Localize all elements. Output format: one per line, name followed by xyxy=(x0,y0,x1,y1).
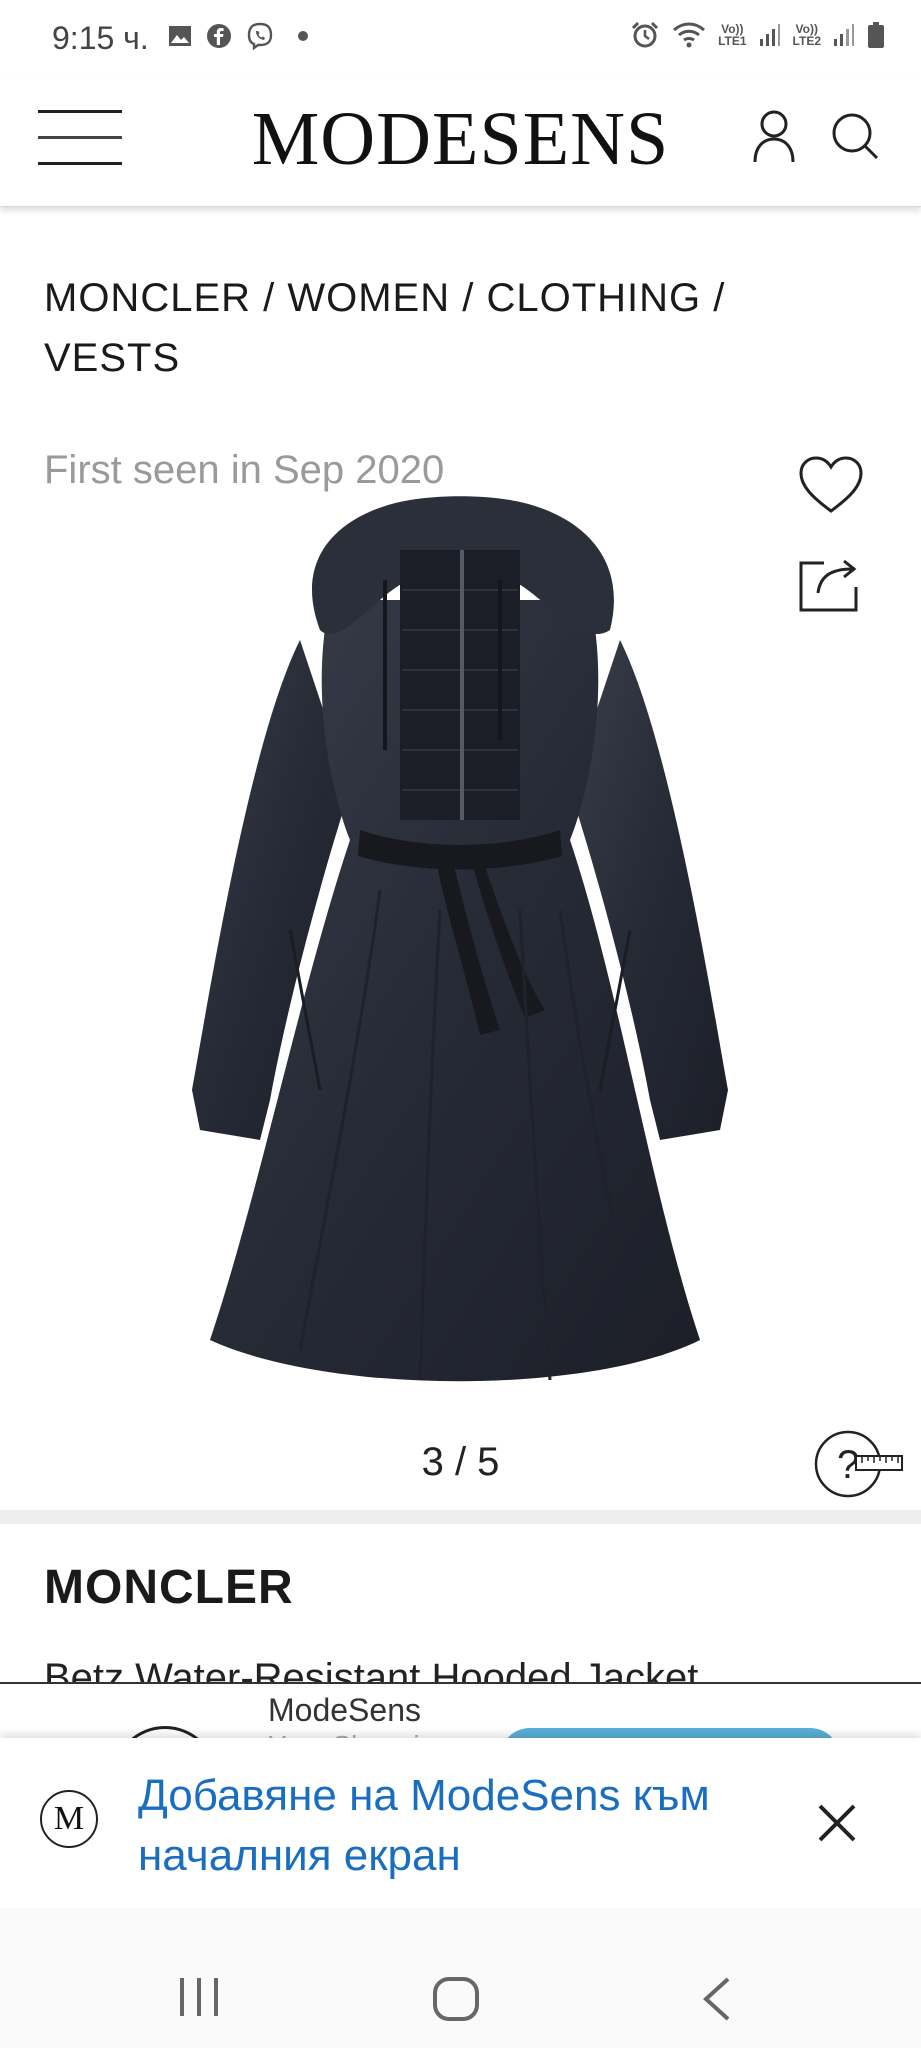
status-time: 9:15 ч. xyxy=(52,20,149,56)
image-pager: 3 / 5 xyxy=(421,1440,500,1484)
wifi-icon xyxy=(673,22,706,48)
status-bar: 9:15 ч. Vo)) LTE1 Vo)) LTE2 xyxy=(0,0,921,78)
product-brand[interactable]: MONCLER xyxy=(44,1560,294,1615)
modesens-logo-icon: M xyxy=(40,1790,98,1848)
add-to-home-screen-prompt[interactable]: M Добавяне на ModeSens към началния екра… xyxy=(0,1738,921,1909)
system-navigation-bar xyxy=(0,1908,921,2048)
share-icon[interactable] xyxy=(798,555,862,613)
sim1-label: Vo)) LTE1 xyxy=(718,22,747,48)
alarm-icon xyxy=(632,21,659,48)
notification-dot-icon xyxy=(298,31,308,41)
search-icon[interactable] xyxy=(830,111,880,161)
gallery-icon xyxy=(169,26,191,46)
app-banner-name: ModeSens xyxy=(268,1692,421,1728)
user-icon[interactable] xyxy=(752,108,796,164)
add-to-home-screen-text[interactable]: Добавяне на ModeSens към началния екран xyxy=(138,1766,738,1886)
product-name: Betz Water-Resistant Hooded Jacket xyxy=(44,1656,699,1682)
breadcrumb[interactable]: MONCLER / WOMEN / CLOTHING / VESTS xyxy=(44,268,804,388)
back-icon[interactable] xyxy=(698,1976,734,2022)
viber-icon xyxy=(247,22,273,50)
battery-icon xyxy=(868,22,884,48)
product-image-coat[interactable] xyxy=(180,490,740,1410)
close-icon[interactable] xyxy=(812,1798,862,1848)
signal-2-icon xyxy=(834,24,854,46)
first-seen-text: First seen in Sep 2020 xyxy=(44,448,445,492)
app-install-banner[interactable]: ModeSens Your Shopping xyxy=(0,1682,921,1744)
section-divider xyxy=(0,1510,921,1524)
home-icon[interactable] xyxy=(432,1976,480,2022)
site-header: MODESENS xyxy=(0,78,921,207)
heart-icon[interactable] xyxy=(798,455,864,515)
signal-icon xyxy=(759,24,780,46)
facebook-icon xyxy=(207,24,231,48)
size-guide-icon[interactable]: ? xyxy=(812,1428,904,1500)
recent-apps-icon[interactable] xyxy=(178,1976,220,2018)
sim2-label: Vo)) LTE2 xyxy=(792,22,821,48)
